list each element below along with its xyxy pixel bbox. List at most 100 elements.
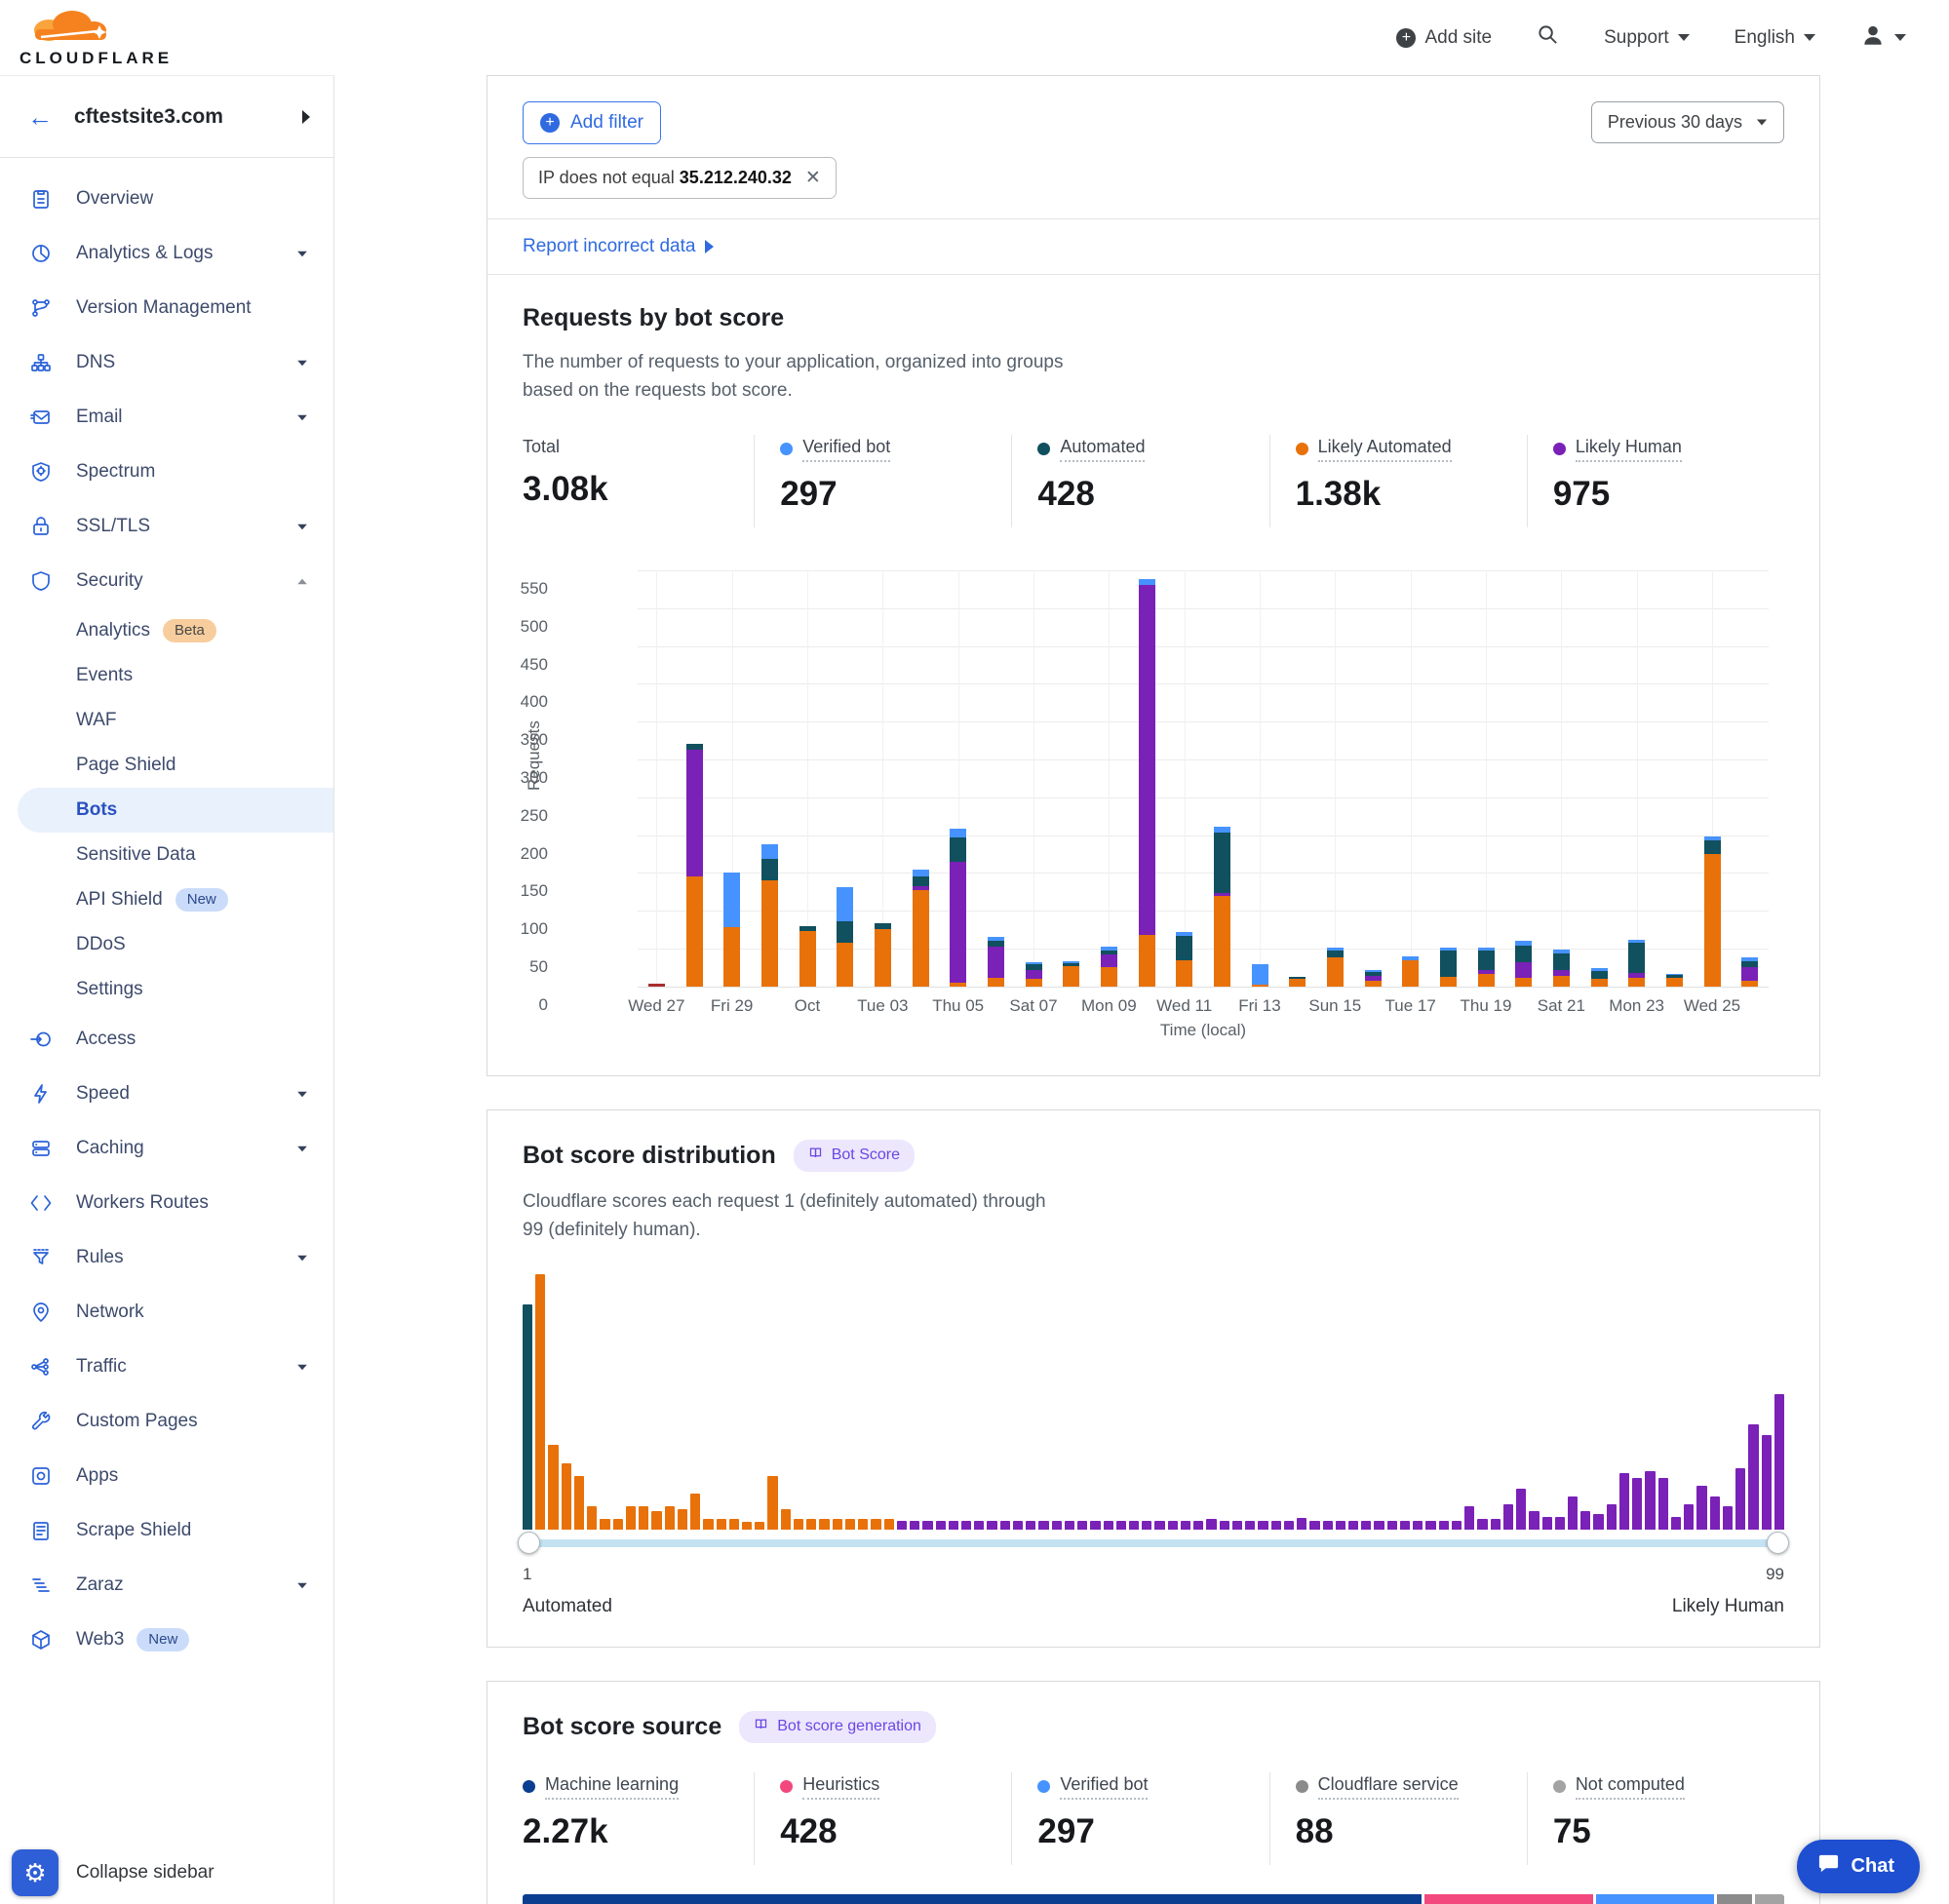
sidebar-item-network[interactable]: Network bbox=[0, 1285, 333, 1340]
sidebar-subitem-sensitive-data[interactable]: Sensitive Data bbox=[0, 833, 333, 877]
slider-handle-min[interactable] bbox=[518, 1532, 540, 1554]
remove-filter-icon[interactable]: ✕ bbox=[805, 167, 821, 189]
sidebar-subitem-api-shield[interactable]: API ShieldNew bbox=[0, 877, 333, 922]
chevron-down-icon bbox=[1678, 34, 1690, 41]
y-axis-tick: 350 bbox=[489, 730, 548, 750]
bot-score-generation-doc-badge[interactable]: Bot score generation bbox=[739, 1711, 936, 1743]
y-axis-tick: 550 bbox=[489, 579, 548, 599]
sidebar-item-version-management[interactable]: Version Management bbox=[0, 281, 333, 335]
stat-label[interactable]: Likely Automated bbox=[1296, 437, 1452, 462]
sidebar-item-custom-pages[interactable]: Custom Pages bbox=[0, 1394, 333, 1449]
stat-label[interactable]: Heuristics bbox=[780, 1774, 879, 1800]
y-axis-tick: 200 bbox=[489, 844, 548, 864]
sidebar-item-dns[interactable]: DNS bbox=[0, 335, 333, 390]
sidebar-item-ssl-tls[interactable]: SSL/TLS bbox=[0, 499, 333, 554]
histogram-bar-score-15 bbox=[703, 1519, 713, 1529]
y-axis-tick: 450 bbox=[489, 655, 548, 675]
histogram-bar-score-83 bbox=[1580, 1511, 1590, 1529]
histogram-bar-score-62 bbox=[1309, 1521, 1319, 1530]
requests-chart: Requests 0501001502002503003504004505005… bbox=[523, 566, 1784, 1050]
histogram-bar-score-6 bbox=[587, 1506, 597, 1530]
sidebar-item-email[interactable]: Email bbox=[0, 390, 333, 445]
sidebar-item-workers-routes[interactable]: Workers Routes bbox=[0, 1176, 333, 1230]
sidebar-item-scrape-shield[interactable]: Scrape Shield bbox=[0, 1503, 333, 1558]
sidebar-subitem-events[interactable]: Events bbox=[0, 653, 333, 698]
histogram-bar-score-21 bbox=[781, 1509, 791, 1530]
chat-button[interactable]: Chat bbox=[1797, 1840, 1920, 1893]
stat-label[interactable]: Cloudflare service bbox=[1296, 1774, 1459, 1800]
stacked-bar-day-17 bbox=[1252, 964, 1268, 987]
sidebar-item-traffic[interactable]: Traffic bbox=[0, 1340, 333, 1394]
sidebar-item-security[interactable]: Security bbox=[0, 554, 333, 608]
bot-score-doc-badge[interactable]: Bot Score bbox=[794, 1140, 915, 1172]
bar-segment bbox=[1289, 979, 1306, 987]
sidebar-subitem-settings[interactable]: Settings bbox=[0, 967, 333, 1012]
sidebar-item-speed[interactable]: Speed bbox=[0, 1067, 333, 1121]
search-button[interactable] bbox=[1537, 23, 1559, 52]
sidebar-subitem-label: Analytics bbox=[76, 620, 150, 641]
stacked-bar-day-30 bbox=[1741, 957, 1758, 986]
bar-segment bbox=[1026, 979, 1042, 987]
histogram-bar-score-85 bbox=[1607, 1504, 1617, 1530]
stat-label[interactable]: Verified bot bbox=[780, 437, 890, 462]
site-selector[interactable]: ← cftestsite3.com bbox=[0, 76, 333, 158]
search-icon bbox=[1537, 23, 1559, 52]
stat-value: 1.38k bbox=[1296, 475, 1501, 514]
beta-badge: Beta bbox=[163, 619, 216, 642]
sidebar-item-spectrum[interactable]: Spectrum bbox=[0, 445, 333, 499]
chevron-down-icon bbox=[297, 360, 307, 366]
stat-value: 297 bbox=[780, 475, 986, 514]
sidebar-item-caching[interactable]: Caching bbox=[0, 1121, 333, 1176]
sidebar-item-overview[interactable]: Overview bbox=[0, 172, 333, 226]
legend-dot-icon bbox=[780, 1780, 793, 1793]
sidebar-subitem-bots[interactable]: Bots bbox=[18, 788, 333, 833]
add-filter-button[interactable]: + Add filter bbox=[523, 101, 661, 144]
stat-label[interactable]: Automated bbox=[1037, 437, 1145, 462]
sidebar-subitem-analytics[interactable]: Analytics Beta bbox=[0, 608, 333, 653]
bar-segment bbox=[1628, 943, 1645, 973]
sidebar-item-apps[interactable]: Apps bbox=[0, 1449, 333, 1503]
histogram-bar-score-25 bbox=[833, 1519, 842, 1529]
histogram-bar-score-80 bbox=[1542, 1517, 1552, 1530]
sidebar-item-web3[interactable]: Web3New bbox=[0, 1613, 333, 1667]
bar-segment bbox=[1666, 978, 1683, 987]
collapse-sidebar-label: Collapse sidebar bbox=[76, 1862, 214, 1884]
x-axis-tick: Thu 19 bbox=[1461, 996, 1512, 1016]
support-menu[interactable]: Support bbox=[1604, 27, 1690, 49]
sidebar-subitem-ddos[interactable]: DDoS bbox=[0, 922, 333, 967]
add-site-button[interactable]: + Add site bbox=[1396, 27, 1492, 49]
stat-label[interactable]: Likely Human bbox=[1553, 437, 1682, 462]
stacked-bar-day-23 bbox=[1478, 948, 1495, 987]
report-incorrect-data-link[interactable]: Report incorrect data bbox=[487, 219, 1819, 275]
sidebar-item-access[interactable]: Access bbox=[0, 1012, 333, 1067]
stat-label[interactable]: Machine learning bbox=[523, 1774, 679, 1800]
collapse-sidebar[interactable]: ⚙ Collapse sidebar bbox=[12, 1849, 214, 1896]
bar-segment bbox=[1176, 936, 1192, 960]
sidebar-item-label: Custom Pages bbox=[76, 1411, 198, 1432]
back-arrow-icon[interactable]: ← bbox=[27, 104, 53, 130]
stat-label[interactable]: Not computed bbox=[1553, 1774, 1685, 1800]
histogram-bar-score-37 bbox=[987, 1521, 996, 1530]
account-menu[interactable] bbox=[1860, 22, 1906, 54]
stat-label[interactable]: Verified bot bbox=[1037, 1774, 1148, 1800]
bar-segment bbox=[761, 844, 778, 860]
sidebar-item-zaraz[interactable]: Zaraz bbox=[0, 1558, 333, 1613]
sidebar-subitem-waf[interactable]: WAF bbox=[0, 698, 333, 743]
sidebar-subitem-page-shield[interactable]: Page Shield bbox=[0, 743, 333, 788]
sidebar-item-rules[interactable]: Rules bbox=[0, 1230, 333, 1285]
y-axis-tick: 300 bbox=[489, 768, 548, 788]
source-proportion-bar bbox=[523, 1894, 1784, 1904]
slider-handle-max[interactable] bbox=[1767, 1532, 1789, 1554]
date-range-dropdown[interactable]: Previous 30 days bbox=[1591, 101, 1784, 143]
cloudflare-logo[interactable]: CLOUDFLARE bbox=[19, 8, 175, 68]
chevron-up-icon bbox=[297, 578, 307, 584]
gear-icon[interactable]: ⚙ bbox=[12, 1849, 58, 1896]
language-menu[interactable]: English bbox=[1735, 27, 1815, 49]
stacked-bar-day-1 bbox=[648, 984, 665, 987]
sidebar-item-analytics-logs[interactable]: Analytics & Logs bbox=[0, 226, 333, 281]
histogram-bar-score-23 bbox=[806, 1519, 816, 1529]
histogram-bar-score-33 bbox=[936, 1521, 946, 1530]
histogram-bar-score-41 bbox=[1038, 1521, 1048, 1530]
bar-segment bbox=[950, 829, 966, 837]
stat-value: 975 bbox=[1553, 475, 1759, 514]
